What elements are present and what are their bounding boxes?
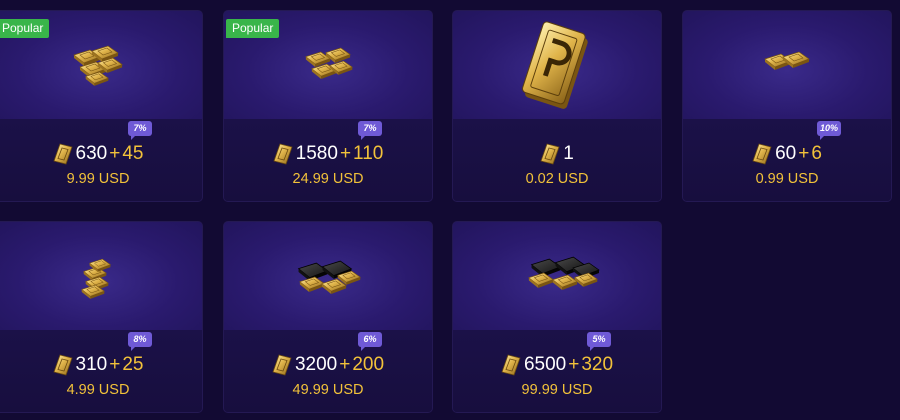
gold-amount: 60 +6 (683, 143, 891, 165)
gold-bars-icon (764, 51, 810, 71)
price-label: 0.99 USD (755, 171, 819, 187)
gold-bar-icon (53, 143, 73, 165)
popular-badge: Popular (226, 19, 280, 38)
gold-pack-card-4[interactable]: 10% 60 +6 0.99 USD (683, 11, 891, 201)
gold-amount: 310 +25 (0, 354, 202, 376)
gold-bar-icon (273, 143, 293, 165)
price-label: 9.99 USD (66, 171, 130, 187)
plus-sign: + (109, 354, 121, 375)
gold-bar-icon (501, 354, 521, 376)
plus-sign: + (568, 354, 580, 375)
price-label: 24.99 USD (292, 171, 364, 187)
plus-sign: + (339, 143, 352, 164)
store-page: { "currency": {"icon": "gold-bar-icon", … (0, 0, 900, 420)
plus-sign: + (339, 354, 351, 375)
gold-pack-card-7[interactable]: 5% 6500 +320 99.99 USD (453, 222, 661, 412)
gold-pile-icon (528, 256, 600, 291)
gold-amount: 6500 +320 (453, 354, 661, 376)
gold-amount: 3200 +200 (224, 354, 432, 376)
base-amount: 310 (75, 354, 108, 375)
bonus-percent-tag: 8% (128, 332, 152, 351)
gold-bar-icon (752, 143, 772, 165)
bonus-amount: 110 (353, 143, 384, 164)
price-label: 49.99 USD (292, 382, 364, 398)
base-amount: 630 (75, 143, 108, 164)
price-label: 99.99 USD (521, 382, 593, 398)
gold-amount: 630 +45 (0, 143, 202, 165)
bonus-amount: 6 (811, 143, 822, 164)
bonus-percent-tag: 7% (128, 121, 152, 140)
gold-bar-icon (272, 354, 292, 376)
bonus-percent-tag: 10% (817, 121, 842, 140)
popular-badge: Popular (0, 19, 50, 38)
gold-bar-icon (540, 143, 560, 165)
gold-bar-icon (53, 354, 73, 376)
base-amount: 6500 (523, 354, 567, 375)
bonus-percent-tag: 5% (587, 332, 611, 351)
gold-pack-card-3[interactable]: 1 0.02 USD (453, 11, 661, 201)
bonus-amount: 200 (352, 354, 385, 375)
base-amount: 1 (563, 143, 574, 164)
base-amount: 60 (775, 143, 797, 164)
gold-stack-icon (81, 258, 111, 300)
gold-amount: 1580 +110 (224, 143, 432, 165)
gold-amount: 1 (453, 143, 661, 165)
plus-sign: + (798, 143, 810, 164)
bonus-percent-tag: 6% (358, 332, 382, 351)
price-label: 0.02 USD (525, 171, 589, 187)
bonus-percent-tag: 7% (358, 121, 382, 140)
gold-pack-card-6[interactable]: 6% 3200 +200 49.99 USD (224, 222, 432, 412)
bonus-amount: 320 (581, 354, 614, 375)
gold-pack-card-1[interactable]: Popular 7% 630 +45 9.99 USD (0, 11, 202, 201)
price-label: 4.99 USD (66, 382, 130, 398)
gold-pack-card-2[interactable]: Popular 7% 1580 +110 24.99 USD (224, 11, 432, 201)
base-amount: 3200 (294, 354, 338, 375)
single-gold-bar-icon (521, 21, 588, 109)
plus-sign: + (109, 143, 121, 164)
bonus-amount: 45 (122, 143, 144, 164)
gold-pile-icon (297, 260, 361, 295)
bonus-amount: 25 (122, 354, 144, 375)
base-amount: 1580 (295, 143, 338, 164)
gold-pack-card-5[interactable]: 8% 310 +25 4.99 USD (0, 222, 202, 412)
